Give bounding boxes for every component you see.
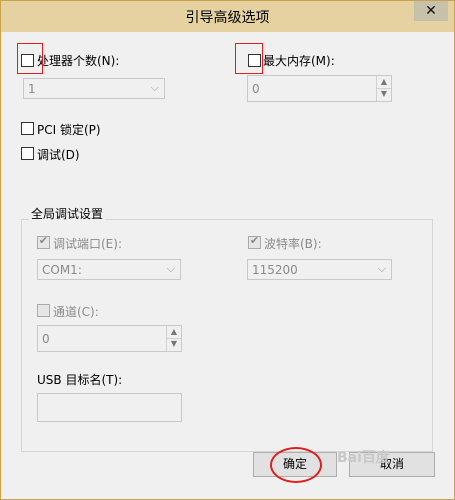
stepper-buttons: ▲ ▼ xyxy=(376,76,391,101)
debug-port-select[interactable]: COM1: ⌵ xyxy=(37,259,181,280)
watermark: Bai百度 xyxy=(337,450,390,466)
channel-label: 通道(C): xyxy=(53,305,99,319)
max-memory-value: 0 xyxy=(252,82,260,96)
pci-lock-checkbox[interactable] xyxy=(21,122,34,135)
pci-lock-label: PCI 锁定(P) xyxy=(37,123,101,137)
stepper-down-icon[interactable]: ▼ xyxy=(167,338,181,350)
dialog-title: 引导高级选项 xyxy=(185,10,270,26)
annotation-rect xyxy=(235,43,263,74)
check-icon: ✔ xyxy=(38,234,49,247)
chevron-down-icon: ⌵ xyxy=(150,81,159,94)
annotation-rect xyxy=(17,43,43,74)
dialog-window: 引导高级选项 ✕ 处理器个数(N): 1 ⌵ 最大内存(M): 0 ▲ ▼ PC… xyxy=(0,0,455,500)
baud-rate-value: 115200 xyxy=(252,263,298,277)
processors-label: 处理器个数(N): xyxy=(37,54,120,68)
max-memory-label: 最大内存(M): xyxy=(263,54,335,68)
baud-rate-select[interactable]: 115200 ⌵ xyxy=(247,259,392,280)
debug-port-checkbox[interactable]: ✔ xyxy=(37,234,50,249)
chevron-down-icon: ⌵ xyxy=(166,262,175,275)
processors-value: 1 xyxy=(28,82,36,96)
debug-checkbox[interactable] xyxy=(21,147,34,160)
usb-target-input[interactable] xyxy=(37,393,182,422)
close-icon[interactable]: ✕ xyxy=(414,1,448,21)
debug-label: 调试(D) xyxy=(37,148,80,162)
max-memory-stepper[interactable]: 0 ▲ ▼ xyxy=(247,75,392,102)
usb-target-label: USB 目标名(T): xyxy=(37,373,123,387)
channel-checkbox[interactable] xyxy=(37,304,50,317)
debug-port-label: 调试端口(E): xyxy=(53,237,122,251)
annotation-ellipse xyxy=(270,447,322,483)
title-bar: 引导高级选项 ✕ xyxy=(1,1,454,32)
global-debug-title: 全局调试设置 xyxy=(29,205,106,222)
chevron-down-icon: ⌵ xyxy=(377,262,386,275)
check-icon: ✔ xyxy=(249,234,260,247)
stepper-down-icon[interactable]: ▼ xyxy=(377,88,391,100)
dialog-content: 处理器个数(N): 1 ⌵ 最大内存(M): 0 ▲ ▼ PCI 锁定(P) 调… xyxy=(9,32,446,491)
baud-rate-label: 波特率(B): xyxy=(264,237,322,251)
baud-rate-checkbox[interactable]: ✔ xyxy=(248,234,261,249)
channel-stepper[interactable]: 0 ▲ ▼ xyxy=(37,325,182,352)
stepper-buttons: ▲ ▼ xyxy=(166,326,181,351)
processors-select[interactable]: 1 ⌵ xyxy=(23,78,165,99)
channel-value: 0 xyxy=(42,332,50,346)
debug-port-value: COM1: xyxy=(42,263,82,277)
